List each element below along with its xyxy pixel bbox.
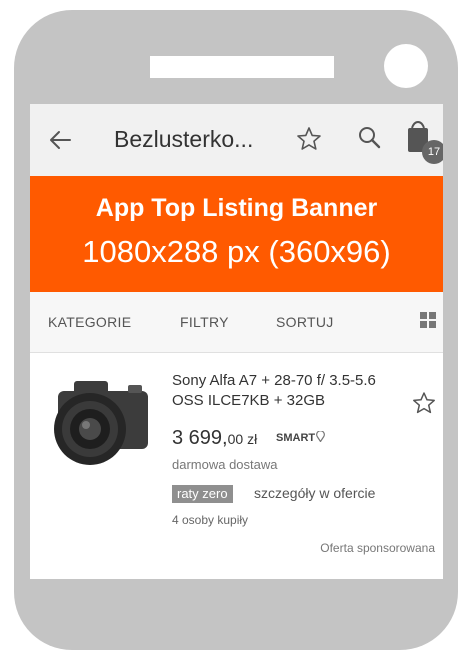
search-icon[interactable] (356, 124, 382, 150)
tab-filtry[interactable]: FILTRY (180, 314, 229, 330)
page-title: Bezlusterko... (114, 126, 254, 152)
top-app-bar: Bezlusterko... 17 (30, 104, 443, 177)
grid-view-icon[interactable] (420, 312, 436, 328)
smart-label: SMART (276, 432, 316, 444)
tab-sortuj[interactable]: SORTUJ (276, 314, 334, 330)
smart-badge: SMART (276, 431, 325, 444)
phone-speaker (150, 56, 334, 78)
phone-camera (384, 44, 428, 88)
price-cents: 00 zł (227, 431, 258, 447)
location-pin-icon (316, 431, 325, 442)
raty-zero-badge: raty zero (172, 485, 233, 503)
buyers-count: 4 osoby kupiły (172, 513, 249, 527)
camera-product-image[interactable] (44, 371, 156, 471)
offer-details-link[interactable]: szczegóły w ofercie (254, 485, 375, 501)
phone-frame: Bezlusterko... 17 App Top Listing Banner… (0, 0, 471, 650)
top-listing-banner[interactable]: App Top Listing Banner 1080x288 px (360x… (30, 176, 443, 292)
product-title[interactable]: Sony Alfa A7 + 28-70 f/ 3.5-5.6 OSS ILCE… (172, 371, 408, 411)
product-price: 3 699,00 zł (172, 427, 257, 450)
favorite-star-icon[interactable] (412, 391, 436, 415)
tab-kategorie[interactable]: KATEGORIE (48, 314, 131, 330)
back-arrow-icon[interactable] (46, 126, 74, 154)
product-list-item[interactable]: Sony Alfa A7 + 28-70 f/ 3.5-5.6 OSS ILCE… (30, 353, 443, 579)
price-main: 3 699, (172, 427, 228, 449)
banner-subtitle: 1080x288 px (360x96) (82, 234, 391, 269)
star-icon[interactable] (296, 126, 322, 152)
cart-count-badge: 17 (422, 140, 443, 164)
banner-title: App Top Listing Banner (95, 194, 378, 222)
sponsored-label: Oferta sponsorowana (320, 541, 435, 555)
app-screen: Bezlusterko... 17 App Top Listing Banner… (30, 104, 443, 579)
shipping-info: darmowa dostawa (172, 457, 278, 472)
listing-toolbar: KATEGORIE FILTRY SORTUJ (30, 292, 443, 353)
